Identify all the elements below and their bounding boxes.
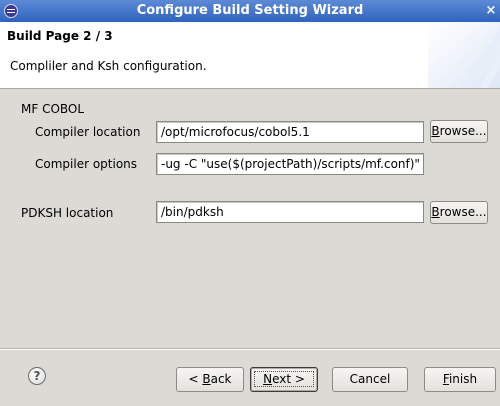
back-mnemonic: B (202, 372, 211, 386)
footer-separator (0, 348, 500, 350)
finish-post: inish (448, 372, 478, 386)
next-button[interactable]: Next > (250, 367, 318, 392)
compiler-browse-button[interactable]: Browse... (430, 120, 488, 143)
close-icon[interactable]: × (484, 3, 498, 18)
page-title: Build Page 2 / 3 (7, 29, 113, 43)
pdksh-location-input[interactable]: /bin/pdksh (156, 201, 424, 223)
page-description: Compliler and Ksh configuration. (10, 59, 207, 73)
pdksh-browse-button[interactable]: Browse... (430, 201, 488, 224)
cancel-button[interactable]: Cancel (332, 367, 408, 392)
compiler-options-label: Compiler options (35, 157, 138, 171)
compiler-location-label: Compiler location (35, 125, 141, 139)
finish-button[interactable]: Finish (424, 367, 496, 392)
back-pre: < (188, 372, 203, 386)
back-post: ack (210, 372, 232, 386)
compiler-options-input[interactable]: -ug -C "use($(projectPath)/scripts/mf.co… (156, 153, 424, 175)
next-post: ext > (272, 372, 305, 386)
help-icon[interactable]: ? (28, 367, 46, 385)
compiler-browse-post: rowse... (439, 124, 487, 138)
next-mnemonic: N (263, 372, 273, 386)
compiler-location-input[interactable]: /opt/microfocus/cobol5.1 (156, 121, 424, 143)
next-focus: Next > (254, 371, 314, 387)
pdksh-location-label: PDKSH location (21, 206, 114, 220)
pdksh-browse-mnemonic: B (431, 205, 440, 219)
window-title: Configure Build Setting Wizard (136, 3, 364, 18)
banner-graphic-icon (428, 22, 500, 88)
title-bar: Configure Build Setting Wizard × (0, 0, 500, 22)
back-button[interactable]: < Back (176, 367, 244, 392)
wizard-header: Build Page 2 / 3 Compliler and Ksh confi… (0, 22, 500, 89)
section-label: MF COBOL (21, 102, 85, 116)
compiler-browse-mnemonic: B (431, 124, 440, 138)
pdksh-browse-post: rowse... (439, 205, 487, 219)
